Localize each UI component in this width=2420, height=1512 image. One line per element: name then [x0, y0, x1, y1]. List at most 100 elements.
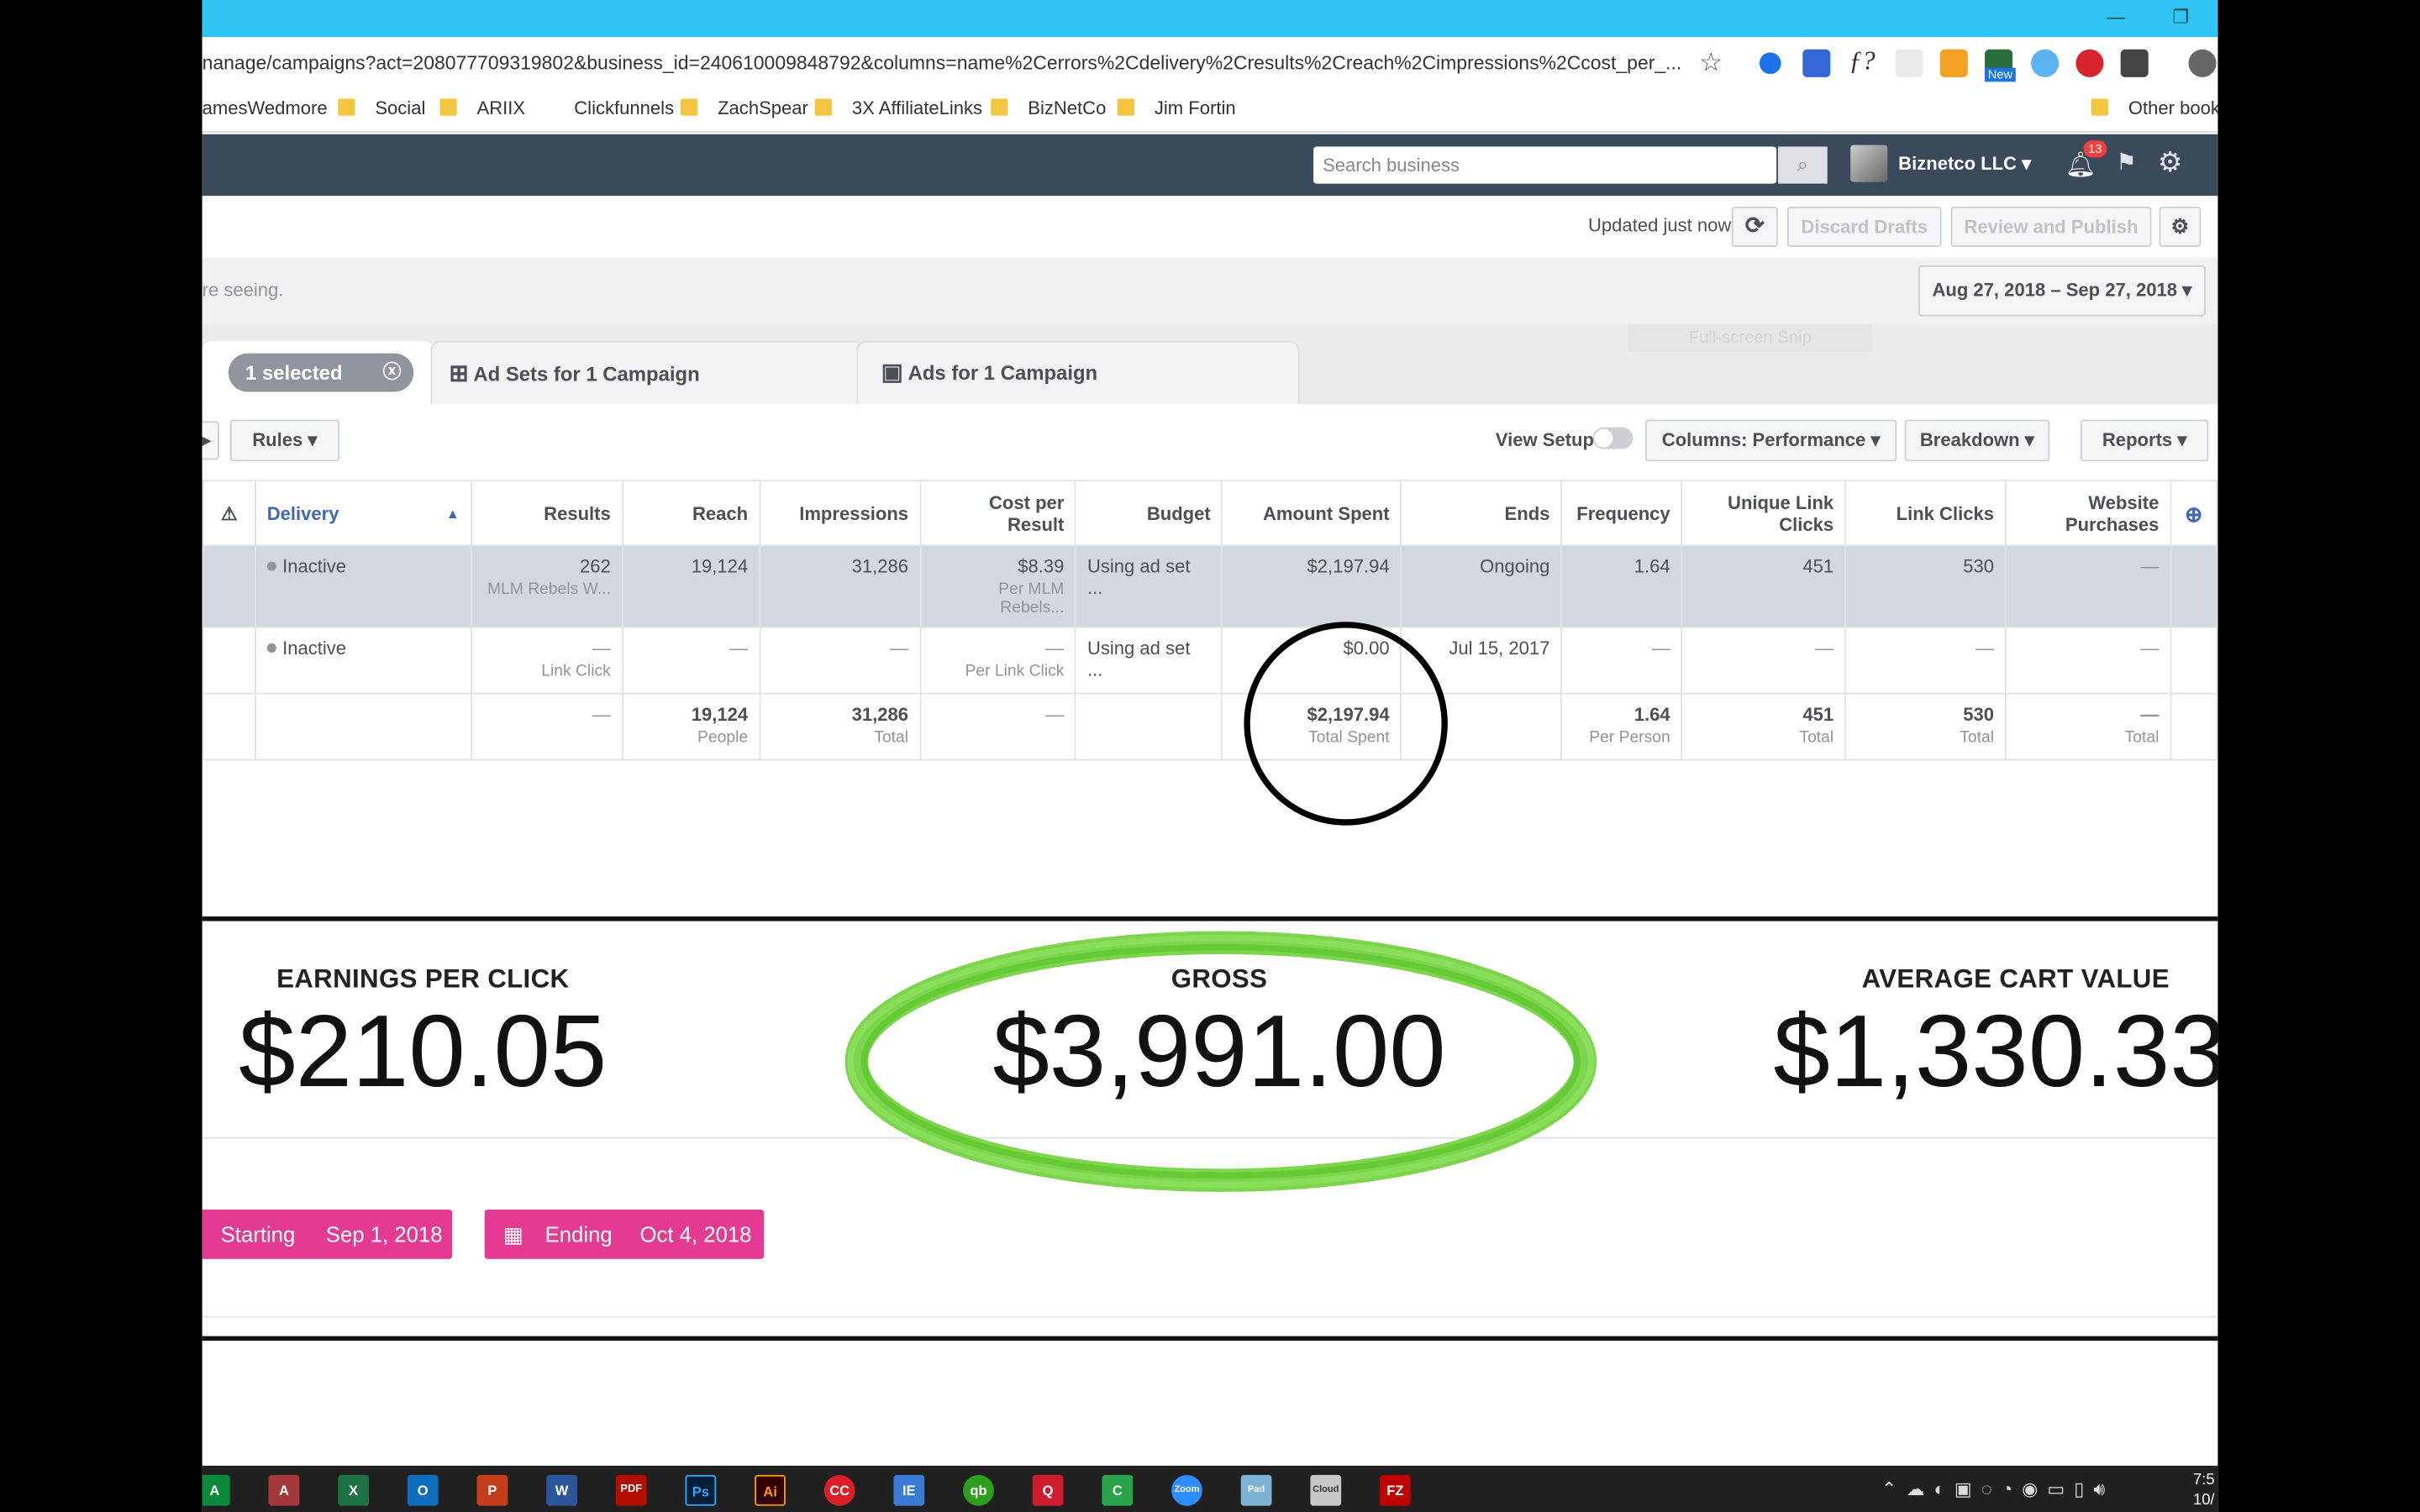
tab-ad-sets-label[interactable]: ⊞ Ad Sets for 1 Campaign — [449, 360, 699, 387]
column-header-budget[interactable]: Budget — [1075, 480, 1223, 547]
column-header-reach[interactable]: Reach — [621, 480, 760, 547]
camtasia-app-icon[interactable]: C — [1102, 1474, 1134, 1506]
folder-icon — [439, 98, 457, 116]
reach-cell: 19,124 — [621, 544, 760, 628]
columns-dropdown[interactable]: Columns: Performance ▾ — [1644, 419, 1897, 462]
snip-ghost-text: Full-screen Snip — [1628, 323, 1872, 352]
extension-icon[interactable] — [1759, 52, 1781, 75]
add-column-icon[interactable]: ⊕ — [2170, 480, 2218, 547]
refresh-icon[interactable]: ⟳ — [1731, 207, 1778, 247]
restore-icon[interactable]: ❐ — [2160, 0, 2201, 37]
tab-ads-label[interactable]: ▣ Ads for 1 Campaign — [881, 358, 1097, 386]
quickbooks-app-icon[interactable]: qb — [963, 1474, 994, 1506]
column-header-cost-per-result[interactable]: Cost per Result — [918, 480, 1077, 547]
cpr-cell: $8.39 Per MLM Rebels... — [918, 544, 1077, 628]
date-range-picker[interactable]: Aug 27, 2018 – Sep 27, 2018 ▾ — [1918, 265, 2206, 317]
bookmark-item[interactable]: Clickfunnels — [574, 97, 674, 119]
system-tray-icons[interactable]: ⌃☁◐▣◌◔◉▭▯🔊︎ — [1881, 1478, 2114, 1502]
acrobat-app-icon[interactable]: PDF — [615, 1474, 647, 1506]
column-header-ends[interactable]: Ends — [1400, 480, 1563, 547]
notepad-app-icon[interactable]: Pad — [1240, 1474, 1272, 1506]
search-icon[interactable]: ⌕ — [1777, 146, 1828, 184]
code-extension-icon[interactable] — [1802, 49, 1831, 77]
eyedropper-extension-icon[interactable] — [1895, 49, 1923, 77]
bookmark-item[interactable]: BizNetCo — [991, 97, 1106, 118]
creative-cloud-app-icon[interactable]: CC — [823, 1474, 855, 1506]
avatar[interactable] — [1850, 144, 1888, 182]
ad-preview-icon: ▣ — [881, 359, 903, 386]
table-row[interactable]: Inactive 262 MLM Rebels W... 19,124 31,28… — [202, 544, 2218, 628]
illustrator-app-icon[interactable]: Ai — [755, 1474, 786, 1506]
screen: — ❐ nanage/campaigns?act=208077709319802… — [202, 0, 2218, 1512]
sort-up-icon: ▲ — [445, 505, 460, 521]
clock-date: 10/ — [2193, 1492, 2215, 1509]
flag-icon[interactable]: ⚑ — [2116, 148, 2137, 176]
caret-right-icon[interactable]: ▸ — [202, 421, 219, 460]
bookmark-item[interactable]: ZachSpear — [681, 97, 808, 118]
excel-app-icon[interactable]: X — [338, 1474, 369, 1506]
cpr-total: — — [918, 692, 1077, 761]
column-header-impressions[interactable]: Impressions — [758, 480, 921, 547]
outlook-app-icon[interactable]: O — [407, 1474, 439, 1506]
zoom-app-icon[interactable]: Zoom — [1171, 1474, 1202, 1506]
folder-icon — [814, 98, 833, 116]
column-header-link-clicks[interactable]: Link Clicks — [1844, 480, 2007, 547]
bookmark-item[interactable]: ARIIX — [439, 97, 525, 118]
column-header-amount-spent[interactable]: Amount Spent — [1221, 480, 1402, 547]
business-name[interactable]: Biznetco LLC ▾ — [1898, 153, 2031, 175]
starting-date-badge: Starting Sep 1, 2018 — [202, 1210, 453, 1259]
menu-extension-icon[interactable] — [2120, 49, 2149, 77]
cloud-extension-icon[interactable] — [2031, 49, 2060, 77]
divider — [202, 1315, 2218, 1318]
photoshop-app-icon[interactable]: Ps — [685, 1474, 717, 1506]
bookmark-item[interactable]: Social — [338, 97, 425, 118]
table-header-row: ⚠ Delivery ▲ Results Reach Impressions Co… — [202, 480, 2218, 547]
breakdown-dropdown[interactable]: Breakdown ▾ — [1904, 419, 2050, 462]
unique-clicks-cell: — — [1681, 626, 1846, 695]
cloud-app-icon[interactable]: Cloud — [1310, 1474, 1342, 1506]
column-header-frequency[interactable]: Frequency — [1560, 480, 1683, 547]
table-row[interactable]: Inactive — Link Click — — — Per Link Click… — [202, 626, 2218, 695]
ends-cell: Ongoing — [1400, 544, 1563, 628]
view-setup-toggle[interactable] — [1592, 427, 1634, 449]
close-icon[interactable]: ⓧ — [382, 354, 401, 392]
column-header-unique-link-clicks[interactable]: Unique Link Clicks — [1681, 480, 1846, 547]
other-bookmarks[interactable]: Other book — [2091, 97, 2217, 118]
profile-avatar[interactable] — [2188, 49, 2217, 77]
column-header-website-purchases[interactable]: Website Purchases — [2004, 480, 2172, 547]
column-header-results[interactable]: Results — [470, 480, 623, 547]
discard-drafts-button[interactable]: Discard Drafts — [1786, 207, 1942, 247]
review-publish-button[interactable]: Review and Publish — [1950, 207, 2152, 247]
powerpoint-app-icon[interactable]: P — [476, 1474, 508, 1506]
column-header-delivery[interactable]: Delivery ▲ — [255, 480, 472, 547]
word-app-icon[interactable]: W — [546, 1474, 577, 1506]
filezilla-app-icon[interactable]: FZ — [1380, 1474, 1411, 1506]
screen-stage: — ❐ nanage/campaigns?act=208077709319802… — [0, 0, 2420, 1512]
unique-clicks-cell: 451 — [1681, 544, 1846, 628]
chart-extension-icon[interactable] — [1939, 49, 1968, 77]
bookmark-item[interactable]: Jim Fortin — [1117, 97, 1236, 118]
function-extension-icon[interactable]: ƒ? — [1849, 46, 1875, 77]
gear-icon[interactable]: ⚙ — [2158, 146, 2183, 179]
selection-pill[interactable]: 1 selected ⓧ — [228, 353, 414, 392]
security-extension-icon[interactable] — [2075, 49, 2104, 77]
rules-dropdown[interactable]: Rules ▾ — [229, 419, 340, 462]
impressions-cell: 31,286 — [758, 544, 921, 628]
start-icon[interactable]: A — [202, 1474, 230, 1506]
minimize-icon[interactable]: — — [2096, 0, 2136, 37]
bookmark-item[interactable]: amesWedmore — [203, 97, 328, 119]
epc-value: $210.05 — [239, 993, 608, 1108]
url-text[interactable]: nanage/campaigns?act=208077709319802&bus… — [203, 52, 1682, 74]
settings-icon[interactable]: ⚙ — [2159, 207, 2202, 247]
bookmark-item[interactable]: 3X AffiliateLinks — [814, 97, 982, 118]
gross-value: $3,991.00 — [992, 993, 1446, 1108]
reports-dropdown[interactable]: Reports ▾ — [2080, 419, 2209, 462]
browser-app-icon[interactable]: IE — [893, 1474, 925, 1506]
amount-spent-cell: $2,197.94 — [1221, 544, 1402, 628]
access-app-icon[interactable]: A — [268, 1474, 300, 1506]
divider — [202, 916, 2218, 921]
chevron-down-icon: ▾ — [308, 428, 318, 451]
bookmark-star-icon[interactable]: ☆ — [1699, 48, 1723, 79]
search-business-input[interactable]: Search business — [1313, 146, 1777, 184]
q-app-icon[interactable]: Q — [1032, 1474, 1064, 1506]
